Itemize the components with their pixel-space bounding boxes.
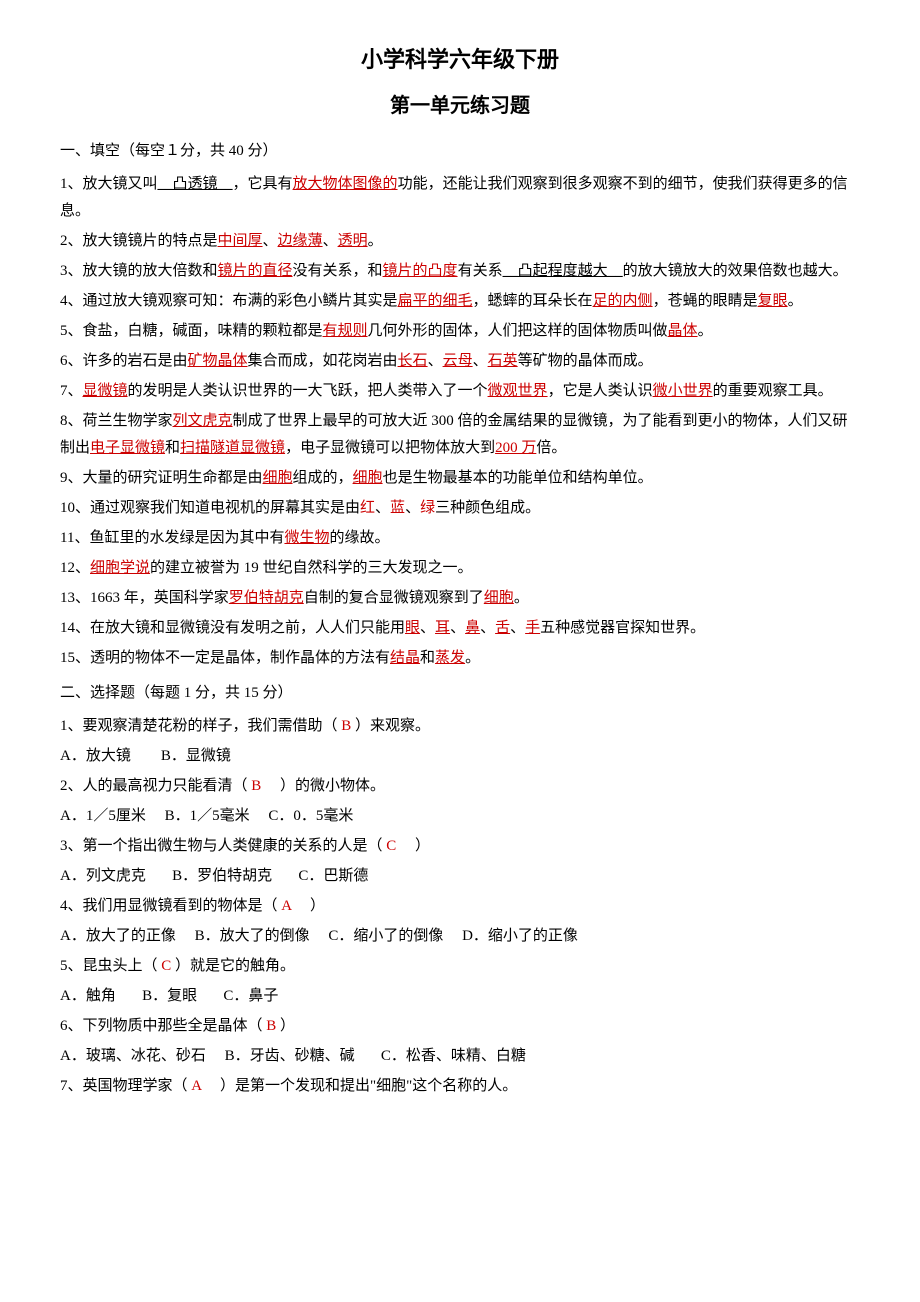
q2-5-options: A．触角 B．复眼 C．鼻子 bbox=[60, 983, 860, 1010]
q2-4-options: A．放大了的正像 B．放大了的倒像 C．缩小了的倒像 D．缩小了的正像 bbox=[60, 923, 860, 950]
question-3: 3、放大镜的放大倍数和镜片的直径没有关系，和镜片的凸度有关系__凸起程度越大__… bbox=[60, 258, 860, 285]
question-10: 10、通过观察我们知道电视机的屏幕其实是由红、蓝、绿三种颜色组成。 bbox=[60, 495, 860, 522]
question-4: 4、通过放大镜观察可知：布满的彩色小鳞片其实是扁平的细毛，蟋蟀的耳朵长在足的内侧… bbox=[60, 288, 860, 315]
q2-6: 6、下列物质中那些全是晶体（ B ） bbox=[60, 1013, 860, 1040]
q2-2-options: A．1／5厘米 B．1／5毫米 C．0．5毫米 bbox=[60, 803, 860, 830]
section-one-header: 一、填空（每空１分，共 40 分） bbox=[60, 138, 860, 165]
question-13: 13、1663 年，英国科学家罗伯特胡克自制的复合显微镜观察到了细胞。 bbox=[60, 585, 860, 612]
question-2: 2、放大镜镜片的特点是中间厚、边缘薄、透明。 bbox=[60, 228, 860, 255]
q2-3-options: A．列文虎克 B．罗伯特胡克 C．巴斯德 bbox=[60, 863, 860, 890]
question-9: 9、大量的研究证明生命都是由细胞组成的，细胞也是生物最基本的功能单位和结构单位。 bbox=[60, 465, 860, 492]
q2-6-options: A．玻璃、冰花、砂石 B．牙齿、砂糖、碱 C．松香、味精、白糖 bbox=[60, 1043, 860, 1070]
question-8: 8、荷兰生物学家列文虎克制成了世界上最早的可放大近 300 倍的金属结果的显微镜… bbox=[60, 408, 860, 462]
question-6: 6、许多的岩石是由矿物晶体集合而成，如花岗岩由长石、云母、石英等矿物的晶体而成。 bbox=[60, 348, 860, 375]
question-1: 1、放大镜又叫__凸透镜__，它具有放大物体图像的功能，还能让我们观察到很多观察… bbox=[60, 171, 860, 225]
question-12: 12、细胞学说的建立被誉为 19 世纪自然科学的三大发现之一。 bbox=[60, 555, 860, 582]
question-7: 7、显微镜的发明是人类认识世界的一大飞跃，把人类带入了一个微观世界，它是人类认识… bbox=[60, 378, 860, 405]
question-5: 5、食盐，白糖，碱面，味精的颗粒都是有规则几何外形的固体，人们把这样的固体物质叫… bbox=[60, 318, 860, 345]
section-two-header: 二、选择题（每题 1 分，共 15 分） bbox=[60, 680, 860, 707]
q2-1: 1、要观察清楚花粉的样子，我们需借助（ B ）来观察。 bbox=[60, 713, 860, 740]
section-title: 第一单元练习题 bbox=[60, 88, 860, 124]
question-14: 14、在放大镜和显微镜没有发明之前，人人们只能用眼、耳、鼻、舌、手五种感觉器官探… bbox=[60, 615, 860, 642]
q2-4: 4、我们用显微镜看到的物体是（ A ） bbox=[60, 893, 860, 920]
page-title: 小学科学六年级下册 bbox=[60, 40, 860, 80]
q2-1-options: A．放大镜 B．显微镜 bbox=[60, 743, 860, 770]
q2-3: 3、第一个指出微生物与人类健康的关系的人是（ C ） bbox=[60, 833, 860, 860]
question-11: 11、鱼缸里的水发绿是因为其中有微生物的缘故。 bbox=[60, 525, 860, 552]
question-15: 15、透明的物体不一定是晶体，制作晶体的方法有结晶和蒸发。 bbox=[60, 645, 860, 672]
q2-2: 2、人的最高视力只能看清（ B ）的微小物体。 bbox=[60, 773, 860, 800]
q2-7: 7、英国物理学家（ A ）是第一个发现和提出"细胞"这个名称的人。 bbox=[60, 1073, 860, 1100]
q2-5: 5、昆虫头上（ C ）就是它的触角。 bbox=[60, 953, 860, 980]
